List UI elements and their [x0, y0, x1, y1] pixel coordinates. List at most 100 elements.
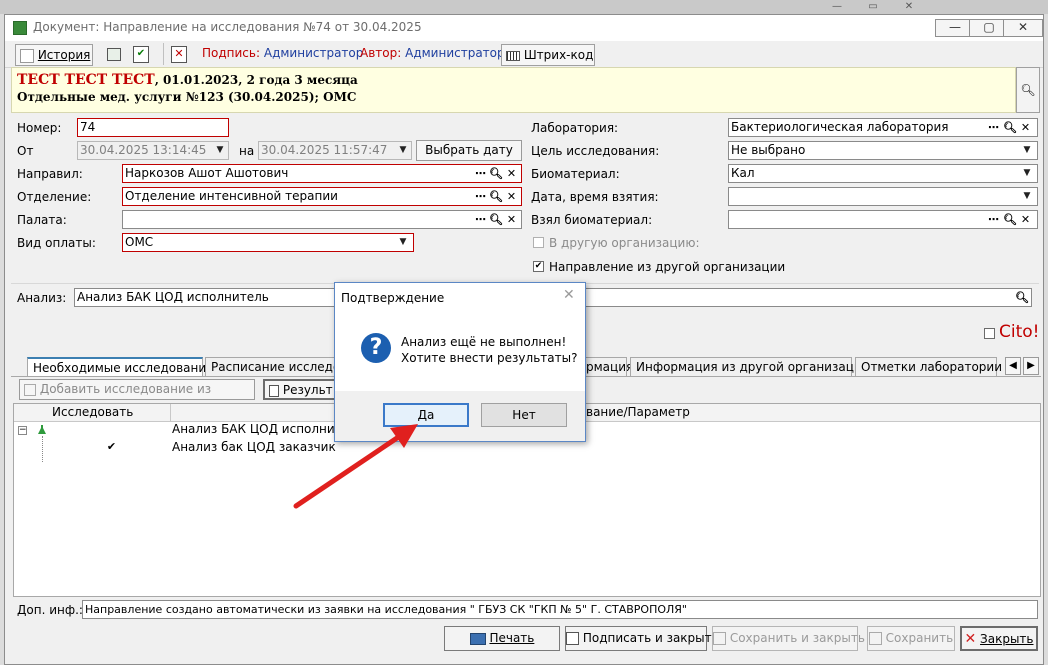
extra-info-label: Доп. инф.: [17, 603, 83, 617]
sign-document-icon[interactable]: ✔ [133, 46, 149, 63]
arrow-head [390, 424, 418, 448]
save-label: Сохранить [885, 631, 954, 645]
tab-lab-marks[interactable]: Отметки лаборатории [855, 357, 1002, 377]
printer-icon [469, 632, 486, 645]
payment-type-select[interactable]: ОМС [122, 233, 414, 252]
from-datetime-input[interactable]: 30.04.2025 13:14:45 [77, 141, 229, 160]
clear-icon[interactable]: ✕ [1019, 211, 1032, 228]
more-icon[interactable]: ⋯ [474, 188, 487, 205]
cito-checkbox[interactable] [984, 328, 995, 339]
results-label: Результ [282, 383, 333, 397]
department-input[interactable]: Отделение интенсивной терапии [122, 187, 522, 206]
clear-icon[interactable]: ✕ [505, 165, 518, 182]
search-icon[interactable]: 🔍︎ [489, 165, 503, 182]
patient-service: Отдельные мед. услуги №123 (30.04.2025);… [17, 90, 357, 104]
window-title: Документ: Направление на исследования №7… [33, 20, 422, 34]
results-button[interactable]: Результ [263, 379, 343, 400]
grid-column-header-parameter[interactable]: вание/Параметр [586, 405, 690, 419]
search-icon[interactable]: 🔍︎ [1003, 119, 1017, 136]
table-icon[interactable] [107, 48, 121, 61]
search-icon[interactable]: 🔍︎ [1003, 211, 1017, 228]
number-input[interactable]: 74 [77, 118, 229, 137]
sign-and-close-button[interactable]: Подписать и закрыть [565, 626, 719, 651]
ward-label: Палата: [17, 213, 67, 227]
tab-required-research[interactable]: Необходимые исследования [27, 357, 213, 377]
print-button[interactable]: Печать [444, 626, 560, 651]
patient-search-button[interactable]: 🔍︎ [1016, 67, 1040, 113]
unsign-document-icon[interactable]: ✕ [171, 46, 187, 63]
ward-input[interactable] [122, 210, 522, 229]
to-datetime-value: 30.04.2025 11:57:47 [261, 143, 388, 157]
biomaterial-select[interactable]: Кал [728, 164, 1038, 183]
other-org-checkbox[interactable] [533, 237, 544, 248]
history-label: История [37, 48, 91, 62]
purpose-label: Цель исследования: [531, 144, 660, 158]
from-other-org-checkbox[interactable]: ✔ [533, 261, 544, 272]
barcode-button[interactable]: Штрих-код [501, 44, 595, 66]
row-investigate-checkbox[interactable]: ✔ [106, 441, 117, 453]
clear-icon[interactable]: ✕ [1019, 119, 1032, 136]
tab-schedule[interactable]: Расписание исследо [205, 357, 341, 377]
arrow-shaft [293, 433, 403, 509]
taken-datetime-input[interactable] [728, 187, 1038, 206]
save-button[interactable]: Сохранить [867, 626, 955, 651]
to-datetime-input[interactable]: 30.04.2025 11:57:47 [258, 141, 412, 160]
tabs-scroll-left-button[interactable]: ◀ [1005, 357, 1021, 375]
close-window-button[interactable]: ✕ [1003, 19, 1043, 37]
from-other-org-label: Направление из другой организации [549, 260, 786, 274]
taken-datetime-label: Дата, время взятия: [531, 190, 659, 204]
document-icon [269, 384, 279, 397]
analysis-label: Анализ: [17, 291, 67, 305]
tabs-scroll-right-button[interactable]: ▶ [1023, 357, 1039, 375]
chevron-down-icon[interactable]: ▼ [395, 142, 411, 159]
tab-other-org-info[interactable]: Информация из другой организации [630, 357, 869, 377]
history-button[interactable]: История [15, 44, 93, 66]
from-datetime-value: 30.04.2025 13:14:45 [80, 143, 207, 157]
search-icon[interactable]: 🔍︎ [1015, 289, 1029, 306]
clear-icon[interactable]: ✕ [505, 188, 518, 205]
more-icon[interactable]: ⋯ [987, 119, 1000, 136]
more-icon[interactable]: ⋯ [474, 211, 487, 228]
author-info: Автор: Администратор [360, 46, 505, 60]
dialog-close-icon[interactable]: ✕ [563, 287, 575, 303]
sent-by-input[interactable]: Наркозов Ашот Ашотович [122, 164, 522, 183]
toolbar: История ✔ ✕ Подпись: Администратор Автор… [5, 41, 1043, 68]
save-and-close-button[interactable]: Сохранить и закрыть [712, 626, 865, 651]
other-org-label: В другую организацию: [549, 236, 700, 250]
more-icon[interactable]: ⋯ [987, 211, 1000, 228]
signature-label: Подпись: [202, 46, 261, 60]
tab-label: Расписание исследо [211, 360, 341, 374]
search-icon[interactable]: 🔍︎ [489, 211, 503, 228]
purpose-select[interactable]: Не выбрано [728, 141, 1038, 160]
parent-window-titlebar [0, 0, 1048, 14]
search-icon[interactable]: 🔍︎ [489, 188, 503, 205]
dialog-message-line1: Анализ ещё не выполнен! [401, 335, 567, 349]
extra-info-input[interactable]: Направление создано автоматически из зая… [82, 600, 1038, 619]
sent-by-label: Направил: [17, 167, 83, 181]
chevron-down-icon[interactable]: ▼ [1019, 165, 1035, 182]
close-button[interactable]: ✕ Закрыть [960, 626, 1038, 651]
parent-maximize-button[interactable]: ▭ [860, 2, 886, 12]
grid-column-header-investigate[interactable]: Исследовать [52, 405, 133, 419]
more-icon[interactable]: ⋯ [474, 165, 487, 182]
payment-type-label: Вид оплаты: [17, 236, 96, 250]
tree-collapse-icon[interactable]: − [18, 426, 27, 435]
add-from-reference-button[interactable]: Добавить исследование из справочника [19, 379, 255, 415]
author-label: Автор: [360, 46, 402, 60]
parent-minimize-button[interactable]: — [824, 2, 850, 12]
grid-column-divider [170, 404, 171, 422]
dialog-no-button[interactable]: Нет [481, 403, 567, 427]
clear-icon[interactable]: ✕ [505, 211, 518, 228]
close-label: Закрыть [980, 632, 1034, 646]
choose-date-button[interactable]: Выбрать дату [416, 140, 522, 161]
save-icon [868, 632, 882, 645]
chevron-down-icon[interactable]: ▼ [1019, 142, 1035, 159]
chevron-down-icon[interactable]: ▼ [212, 142, 228, 159]
chevron-down-icon[interactable]: ▼ [395, 234, 411, 251]
sign-icon [566, 632, 579, 645]
parent-close-button[interactable]: ✕ [896, 2, 922, 12]
tab-label: рмация [586, 360, 634, 374]
chevron-down-icon[interactable]: ▼ [1019, 188, 1035, 205]
barcode-label: Штрих-код [523, 48, 594, 62]
tab-information[interactable]: рмация [583, 357, 633, 377]
